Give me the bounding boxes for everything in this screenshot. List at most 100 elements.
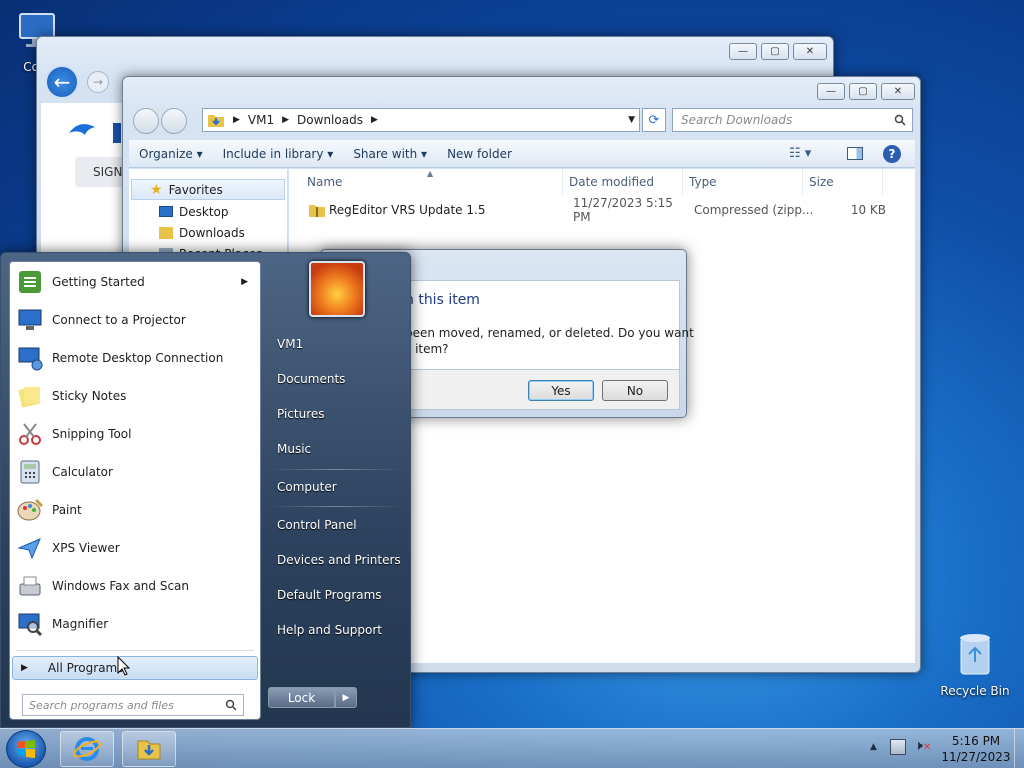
new-folder-button[interactable]: New folder: [437, 147, 522, 161]
organize-button[interactable]: Organize ▾: [129, 147, 213, 161]
taskbar-internet-explorer[interactable]: [60, 731, 114, 767]
programs-separator: [16, 650, 254, 651]
no-button[interactable]: No: [602, 380, 668, 401]
program-connect-projector[interactable]: Connect to a Projector: [14, 302, 258, 338]
start-search-input[interactable]: Search programs and files: [22, 694, 244, 716]
minimize-button[interactable]: —: [729, 43, 757, 60]
help-icon[interactable]: ?: [883, 144, 901, 163]
submenu-arrow-icon: ▶: [241, 277, 248, 287]
projector-icon: [18, 309, 42, 330]
start-button[interactable]: [6, 730, 46, 768]
close-button[interactable]: ✕: [881, 83, 915, 100]
back-icon[interactable]: ←: [45, 65, 79, 99]
clock-date: 11/27/2023: [941, 750, 1011, 764]
program-sticky-notes[interactable]: Sticky Notes: [14, 378, 258, 414]
address-bar[interactable]: ▶ VM1 ▶ Downloads ▶ ▼: [202, 108, 640, 132]
search-icon: [894, 114, 906, 126]
windows-logo-icon: [17, 740, 35, 758]
start-menu[interactable]: Getting Started ▶ Connect to a Projector…: [0, 252, 411, 728]
start-right-separator: [269, 506, 403, 507]
nav-downloads[interactable]: Downloads: [159, 222, 245, 243]
recycle-bin-icon: [960, 634, 990, 675]
desktop-icon: [159, 206, 173, 217]
zip-folder-icon: [309, 205, 325, 217]
program-snipping-tool[interactable]: Snipping Tool: [14, 416, 258, 452]
user-picture[interactable]: [309, 261, 365, 317]
preview-pane-icon[interactable]: [847, 147, 863, 160]
lock-button[interactable]: Lock: [268, 687, 335, 708]
calculator-icon: [20, 460, 40, 484]
sticky-notes-icon: [18, 386, 40, 408]
file-size: 10 KB: [850, 203, 886, 217]
address-dropdown-icon[interactable]: ▼: [628, 115, 635, 125]
desktop-icon-label: Recycle Bin: [940, 684, 1010, 698]
include-in-library-button[interactable]: Include in library ▾: [213, 147, 344, 161]
breadcrumb-vm1[interactable]: VM1: [248, 113, 274, 127]
program-magnifier[interactable]: Magnifier: [14, 606, 258, 642]
internet-explorer-icon: [73, 737, 101, 761]
yes-button[interactable]: Yes: [528, 380, 594, 401]
getting-started-icon: [19, 271, 41, 293]
clock-time: 5:16 PM: [951, 734, 1001, 748]
file-date: 11/27/2023 5:15 PM: [573, 196, 673, 224]
forward-icon[interactable]: [161, 108, 187, 134]
taskbar-windows-explorer[interactable]: [122, 731, 176, 767]
volume-muted-icon[interactable]: 🕨✕: [914, 738, 931, 754]
back-icon[interactable]: [133, 108, 159, 134]
start-item-default-programs[interactable]: Default Programs: [269, 580, 403, 610]
desktop-icon-recycle-bin[interactable]: Recycle Bin: [940, 630, 1010, 698]
start-item-computer[interactable]: Computer: [269, 472, 403, 502]
mouse-cursor-icon: [117, 656, 131, 676]
program-fax-scan[interactable]: Windows Fax and Scan: [14, 568, 258, 604]
forward-icon[interactable]: →: [87, 71, 109, 93]
minimize-button[interactable]: —: [817, 83, 845, 100]
nav-favorites[interactable]: ★ Favorites: [131, 179, 285, 200]
search-input[interactable]: Search Downloads: [672, 108, 913, 132]
start-item-documents[interactable]: Documents: [269, 364, 403, 394]
program-remote-desktop[interactable]: Remote Desktop Connection: [14, 340, 258, 376]
dialog-message-line2: s item?: [405, 342, 449, 356]
program-calculator[interactable]: Calculator: [14, 454, 258, 490]
downloads-folder-icon: [159, 226, 173, 239]
show-desktop-button[interactable]: [1014, 729, 1024, 768]
breadcrumb-downloads[interactable]: Downloads: [297, 113, 363, 127]
folder-download-icon: [208, 115, 224, 127]
folder-download-icon: [137, 740, 161, 760]
start-item-devices-printers[interactable]: Devices and Printers: [269, 545, 403, 575]
start-item-music[interactable]: Music: [269, 434, 403, 464]
column-size[interactable]: Size: [803, 169, 883, 195]
search-icon: [225, 699, 237, 711]
clock[interactable]: 5:16 PM 11/27/2023: [940, 733, 1012, 765]
program-getting-started[interactable]: Getting Started ▶: [14, 264, 258, 300]
nav-desktop[interactable]: Desktop: [159, 201, 229, 222]
refresh-button[interactable]: ⟳: [642, 108, 666, 132]
start-item-help-support[interactable]: Help and Support: [269, 615, 403, 645]
start-item-vm1[interactable]: VM1: [269, 329, 403, 359]
sign-button-label: SIGN: [93, 165, 123, 179]
all-programs-button[interactable]: ▶ All Programs: [12, 656, 258, 680]
sort-arrow-icon: ▲: [427, 169, 434, 178]
view-options-icon[interactable]: ☷ ▾: [789, 146, 811, 161]
program-paint[interactable]: Paint: [14, 492, 258, 528]
share-with-button[interactable]: Share with ▾: [343, 147, 437, 161]
dialog-title: n this item: [405, 292, 480, 308]
maximize-button[interactable]: ▢: [761, 43, 789, 60]
magnifier-icon: [18, 613, 43, 637]
start-item-control-panel[interactable]: Control Panel: [269, 510, 403, 540]
close-button[interactable]: ✕: [793, 43, 827, 60]
programs-pane: Getting Started ▶ Connect to a Projector…: [9, 261, 261, 720]
column-type[interactable]: Type: [683, 169, 803, 195]
file-type: Compressed (zipp...: [694, 203, 814, 217]
show-hidden-icons-icon[interactable]: ▲: [870, 742, 877, 752]
column-date-modified[interactable]: Date modified: [563, 169, 683, 195]
maximize-button[interactable]: ▢: [849, 83, 877, 100]
program-xps-viewer[interactable]: XPS Viewer: [14, 530, 258, 566]
network-icon[interactable]: [890, 739, 906, 755]
dialog-message-line1: been moved, renamed, or deleted. Do you …: [405, 326, 694, 340]
paint-palette-icon: [17, 498, 44, 521]
start-item-pictures[interactable]: Pictures: [269, 399, 403, 429]
table-row[interactable]: RegEditor VRS Update 1.5 11/27/2023 5:15…: [301, 196, 901, 224]
shutdown-options-button[interactable]: ▶: [335, 687, 357, 708]
star-icon: ★: [150, 181, 163, 198]
command-bar: Organize ▾ Include in library ▾ Share wi…: [129, 140, 915, 168]
